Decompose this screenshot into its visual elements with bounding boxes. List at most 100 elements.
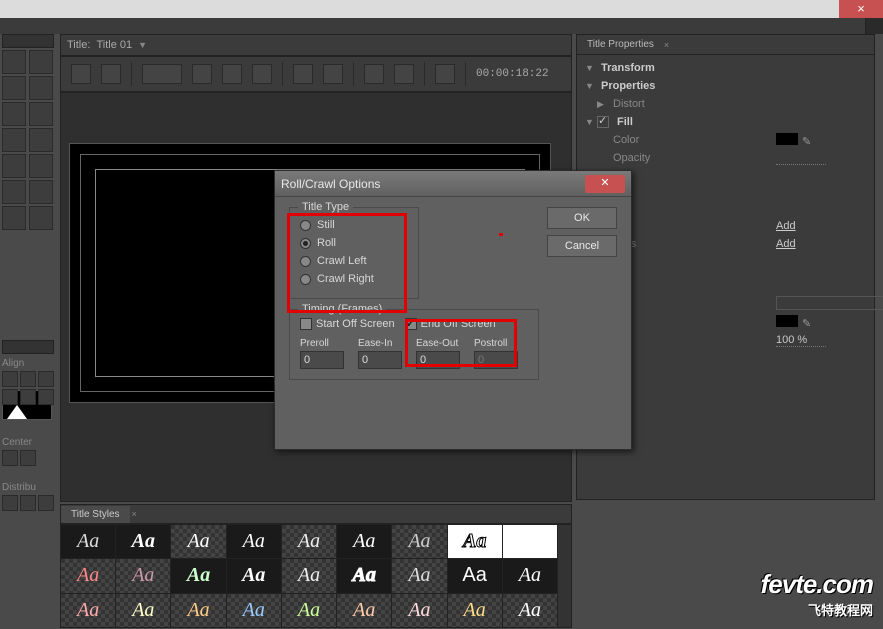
style-swatch[interactable]: Aa: [448, 559, 502, 592]
radio-still[interactable]: Still: [300, 216, 408, 234]
tool-rounded-rect[interactable]: [29, 154, 53, 178]
app-close-button[interactable]: ×: [839, 0, 883, 18]
eyedropper-icon[interactable]: ✎: [802, 135, 811, 148]
underline-button[interactable]: [252, 64, 272, 84]
close-icon[interactable]: ×: [132, 509, 137, 519]
dialog-close-button[interactable]: ✕: [585, 175, 625, 193]
roll-crawl-button[interactable]: [71, 64, 91, 84]
add-stroke-button[interactable]: Add: [776, 220, 796, 232]
style-swatch[interactable]: Aa: [392, 559, 446, 592]
twisty-icon[interactable]: [597, 99, 609, 110]
style-swatch[interactable]: Aa: [227, 525, 281, 558]
style-swatch[interactable]: Aa: [503, 559, 557, 592]
style-swatch[interactable]: Aa: [171, 525, 225, 558]
fill-checkbox[interactable]: [597, 116, 609, 128]
tool-type[interactable]: [2, 76, 26, 100]
style-swatch[interactable]: Aa: [282, 594, 336, 627]
templates-button[interactable]: [101, 64, 121, 84]
size-field[interactable]: [293, 64, 313, 84]
center-h[interactable]: [2, 450, 18, 466]
kerning-field[interactable]: [323, 64, 343, 84]
style-swatch[interactable]: Aa: [116, 525, 170, 558]
eyedropper-icon[interactable]: ✎: [802, 317, 811, 330]
style-swatch[interactable]: Aa: [392, 525, 446, 558]
tool-ellipse[interactable]: [2, 206, 26, 230]
align-top[interactable]: [2, 389, 18, 405]
preroll-input[interactable]: [300, 351, 344, 369]
style-swatch[interactable]: Aa: [282, 559, 336, 592]
style-swatch[interactable]: Aa: [116, 559, 170, 592]
leading-field[interactable]: [364, 64, 384, 84]
dist-3[interactable]: [38, 495, 54, 511]
align-vcenter[interactable]: [20, 389, 36, 405]
radio-crawl-left[interactable]: Crawl Left: [300, 252, 408, 270]
dist-2[interactable]: [20, 495, 36, 511]
props-tab[interactable]: Title Properties ×: [577, 35, 874, 55]
style-swatch[interactable]: Aa: [227, 594, 281, 627]
align-bottom[interactable]: [38, 389, 54, 405]
font-dropdown[interactable]: [142, 64, 182, 84]
center-v[interactable]: [20, 450, 36, 466]
style-swatch[interactable]: Aa: [448, 594, 502, 627]
opacity-value[interactable]: [776, 152, 826, 165]
close-icon[interactable]: ×: [664, 40, 669, 50]
tab-button[interactable]: [435, 64, 455, 84]
tool-arc[interactable]: [29, 180, 53, 204]
tool-rotate[interactable]: [29, 50, 53, 74]
style-swatch[interactable]: Aa: [116, 594, 170, 627]
align-panel-header[interactable]: [2, 340, 54, 354]
tool-line[interactable]: [29, 206, 53, 230]
style-swatch[interactable]: Aa: [392, 594, 446, 627]
title-name-dropdown[interactable]: Title 01: [96, 39, 132, 51]
style-swatch[interactable]: Aa: [282, 525, 336, 558]
style-swatch[interactable]: Aa: [337, 525, 391, 558]
start-off-screen-checkbox[interactable]: Start Off Screen: [300, 318, 395, 330]
style-swatch[interactable]: Aa: [61, 559, 115, 592]
bg-color-swatch[interactable]: [776, 315, 798, 327]
twisty-icon[interactable]: [585, 117, 597, 127]
style-swatch[interactable]: Aa: [61, 525, 115, 558]
end-off-screen-checkbox[interactable]: End Off Screen: [405, 318, 496, 330]
style-swatch[interactable]: Aa: [337, 594, 391, 627]
bg-opacity-value[interactable]: 100 %: [776, 334, 826, 347]
radio-crawl-right[interactable]: Crawl Right: [300, 270, 408, 288]
styles-scrollbar[interactable]: [557, 525, 571, 627]
tool-area-type[interactable]: [2, 102, 26, 126]
radio-roll[interactable]: Roll: [300, 234, 408, 252]
dist-1[interactable]: [2, 495, 18, 511]
style-swatch[interactable]: Aa: [227, 559, 281, 592]
tool-path-type[interactable]: [29, 102, 53, 126]
style-swatch[interactable]: Aa: [171, 594, 225, 627]
tool-pen[interactable]: [2, 128, 26, 152]
italic-button[interactable]: [222, 64, 242, 84]
twisty-icon[interactable]: [585, 81, 597, 91]
twisty-icon[interactable]: [585, 63, 597, 73]
chevron-down-icon[interactable]: ▼: [138, 40, 147, 50]
align-left[interactable]: [2, 371, 18, 387]
align-right[interactable]: [38, 371, 54, 387]
align-hcenter[interactable]: [20, 371, 36, 387]
color-swatch[interactable]: [776, 133, 798, 145]
style-swatch[interactable]: Aa: [171, 559, 225, 592]
styles-tab[interactable]: Title Styles ×: [60, 504, 572, 524]
dialog-titlebar[interactable]: Roll/Crawl Options ✕: [275, 171, 631, 197]
tool-vertical-type[interactable]: [29, 76, 53, 100]
easein-input[interactable]: [358, 351, 402, 369]
tools-panel-header[interactable]: [2, 34, 54, 48]
add-stroke-button[interactable]: Add: [776, 238, 796, 250]
easeout-input[interactable]: [416, 351, 460, 369]
bg-type-dropdown[interactable]: [776, 296, 883, 310]
timecode[interactable]: 00:00:18:22: [476, 68, 549, 80]
tool-rect[interactable]: [2, 154, 26, 178]
style-swatch[interactable]: Aa: [337, 559, 391, 592]
panel-menu-button[interactable]: [865, 18, 883, 34]
tool-selection[interactable]: [2, 50, 26, 74]
tool-wedge[interactable]: [2, 180, 26, 204]
style-swatch[interactable]: Aa: [503, 525, 557, 558]
style-swatch[interactable]: Aa: [503, 594, 557, 627]
style-swatch[interactable]: Aa: [61, 594, 115, 627]
style-swatch[interactable]: Aa: [448, 525, 502, 558]
align-field[interactable]: [394, 64, 414, 84]
tool-anchor[interactable]: [29, 128, 53, 152]
bold-button[interactable]: [192, 64, 212, 84]
